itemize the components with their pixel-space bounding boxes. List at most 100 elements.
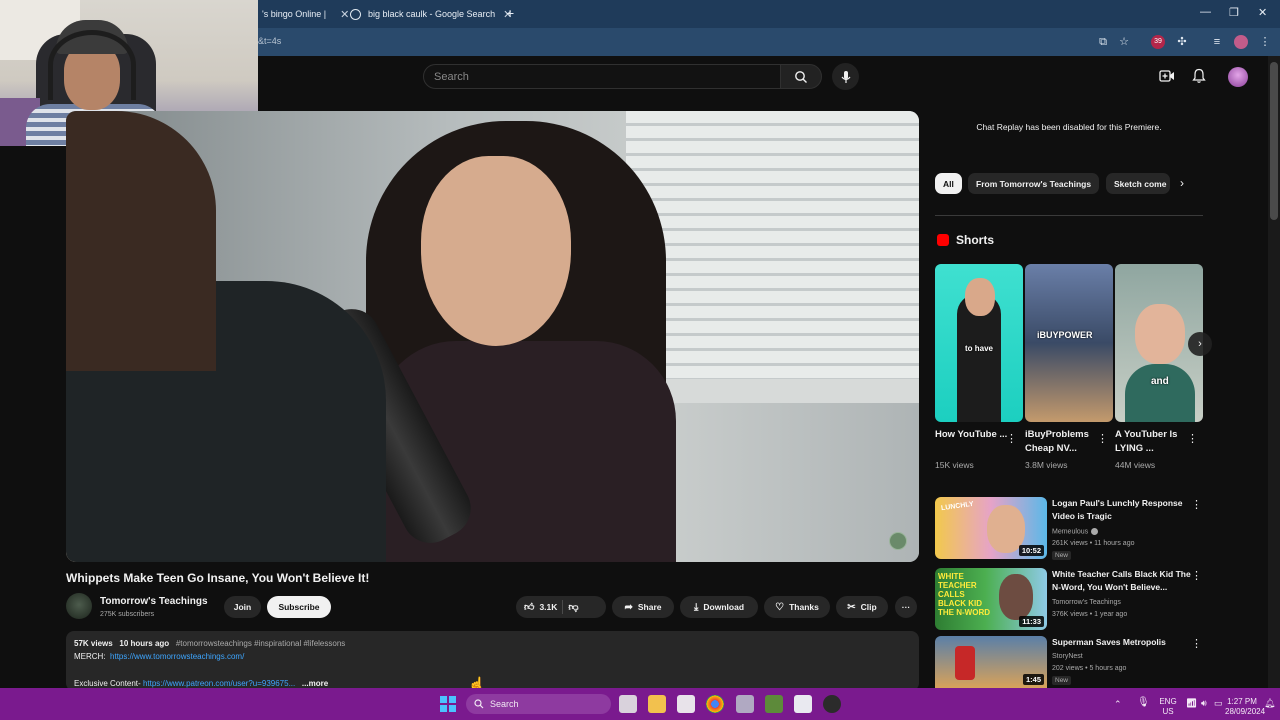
notification-center-icon[interactable]: 🔔︎ <box>1264 698 1275 708</box>
minecraft-icon[interactable] <box>765 695 783 713</box>
share-button[interactable]: ➦ Share <box>612 596 674 618</box>
recommendation-menu-icon[interactable]: ⋮ <box>1191 637 1202 650</box>
battery-icon[interactable]: ▭ <box>1214 698 1223 708</box>
windows-start-icon[interactable] <box>440 696 456 712</box>
like-dislike-group: 👍︎ 3.1K 👎︎ <box>516 596 606 618</box>
minimize-icon[interactable]: — <box>1200 6 1211 18</box>
short-menu-icon[interactable]: ⋮ <box>1187 432 1198 445</box>
like-count[interactable]: 3.1K <box>539 602 557 612</box>
upload-age: 10 hours ago <box>119 639 170 648</box>
recommendation-channel[interactable]: StoryNest <box>1052 653 1083 660</box>
subscribe-button[interactable]: Subscribe <box>267 596 331 618</box>
recommendation-title[interactable]: White Teacher Calls Black Kid The N-Word… <box>1052 568 1192 594</box>
new-badge: New <box>1052 551 1072 560</box>
close-window-icon[interactable]: ✕ <box>1258 6 1267 19</box>
verified-badge-icon <box>1091 528 1099 535</box>
obs-recording-icon[interactable] <box>823 695 841 713</box>
thumbnail-face <box>999 574 1033 620</box>
channel-watermark-icon[interactable] <box>889 532 907 550</box>
short-title[interactable]: iBuyProblems Cheap NV... <box>1025 428 1101 456</box>
chip-sketch-comedy[interactable]: Sketch come <box>1106 173 1170 194</box>
recommendation-channel[interactable]: Tomorrow's Teachings <box>1052 599 1121 606</box>
patreon-link[interactable]: https://www.patreon.com/user?u=939675... <box>143 679 295 688</box>
recommendation-title[interactable]: Logan Paul's Lunchly Response Video is T… <box>1052 497 1192 523</box>
roblox-icon[interactable] <box>794 695 812 713</box>
description-box[interactable]: 57K views 10 hours ago #tomorrowsteachin… <box>66 631 919 691</box>
browser-tab-google-search[interactable]: big black caulk - Google Search ✕ <box>344 3 518 25</box>
short-title[interactable]: How YouTube ... <box>935 428 1011 442</box>
open-in-app-icon[interactable]: ⧉ <box>1096 35 1110 49</box>
tray-overflow-icon[interactable]: ⌃ <box>1114 699 1122 709</box>
search-input[interactable] <box>424 65 764 88</box>
recommendation-channel[interactable]: Memeulous <box>1052 528 1099 535</box>
recommendation-thumbnail[interactable]: 1:45 <box>935 636 1047 688</box>
join-button[interactable]: Join <box>224 596 261 618</box>
search-button[interactable] <box>780 64 822 89</box>
recommendation-thumbnail[interactable]: WHITE TEACHER CALLS BLACK KID THE N-WORD… <box>935 568 1047 630</box>
screen: 's bingo Online | ✕ big black caulk - Go… <box>0 0 1280 720</box>
more-actions-button[interactable]: ··· <box>895 596 917 618</box>
short-menu-icon[interactable]: ⋮ <box>1097 432 1108 445</box>
microphone-icon[interactable]: 🎙︎ <box>1137 698 1150 708</box>
notifications-button[interactable] <box>1191 68 1207 84</box>
bookmark-star-icon[interactable]: ☆ <box>1117 35 1131 49</box>
short-caption: iBUYPOWER <box>1037 330 1093 340</box>
channel-name[interactable]: Tomorrow's Teachings <box>100 596 208 607</box>
media-control-icon[interactable]: ≡ <box>1210 35 1224 49</box>
microphone-icon <box>841 70 850 83</box>
bell-icon <box>1192 68 1206 83</box>
hashtags[interactable]: #tomorrowsteachings #inspirational #life… <box>176 639 345 648</box>
thumbs-up-icon[interactable]: 👍︎ <box>524 601 534 613</box>
restore-icon[interactable]: ❐ <box>1229 6 1239 19</box>
task-view-icon[interactable] <box>619 695 637 713</box>
voice-search-button[interactable] <box>832 63 859 90</box>
clock[interactable]: 1:27 PM 28/09/2024 <box>1225 697 1265 717</box>
file-explorer-icon[interactable] <box>648 695 666 713</box>
thumbs-down-icon[interactable]: 👎︎ <box>568 601 578 613</box>
new-tab-icon[interactable]: + <box>506 5 514 21</box>
tab-title: big black caulk - Google Search <box>368 9 496 19</box>
chip-from-channel[interactable]: From Tomorrow's Teachings <box>968 173 1100 194</box>
create-video-button[interactable] <box>1159 68 1175 84</box>
browser-tab-bingo[interactable]: 's bingo Online | ✕ <box>256 3 355 25</box>
short-title[interactable]: A YouTuber Is LYING ... <box>1115 428 1191 456</box>
short-menu-icon[interactable]: ⋮ <box>1006 432 1017 445</box>
recommendation-menu-icon[interactable]: ⋮ <box>1191 569 1202 582</box>
chat-replay-notice: Chat Replay has been disabled for this P… <box>976 122 1162 132</box>
channel-avatar[interactable] <box>66 593 92 619</box>
microsoft-store-icon[interactable] <box>677 695 695 713</box>
browser-profile-avatar[interactable] <box>1234 35 1248 49</box>
description-more-button[interactable]: ...more <box>302 679 328 688</box>
search-box <box>423 64 781 89</box>
video-player[interactable] <box>66 111 919 562</box>
account-avatar[interactable] <box>1228 67 1248 87</box>
app-box-icon[interactable] <box>736 695 754 713</box>
wifi-icon[interactable]: 📶︎ <box>1186 698 1197 708</box>
extensions-puzzle-icon[interactable]: ✣ <box>1175 35 1189 49</box>
thanks-button[interactable]: ♡ Thanks <box>764 596 830 618</box>
shorts-next-icon[interactable]: › <box>1188 332 1212 356</box>
short-thumbnail[interactable]: iBUYPOWER <box>1025 264 1113 422</box>
thumbnail-figure <box>955 646 975 680</box>
keyboard-layout: US <box>1162 707 1174 716</box>
search-icon <box>474 699 484 709</box>
scrollbar-thumb[interactable] <box>1270 62 1278 220</box>
short-thumbnail[interactable]: to have <box>935 264 1023 422</box>
merch-link[interactable]: https://www.tomorrowsteachings.com/ <box>110 652 244 661</box>
language-indicator[interactable]: ENG US <box>1156 697 1180 717</box>
browser-menu-icon[interactable]: ⋮ <box>1258 35 1272 49</box>
url-text[interactable]: &t=4s <box>258 36 281 46</box>
chrome-icon[interactable] <box>706 695 724 713</box>
exclusive-label: Exclusive Content- <box>74 679 141 688</box>
taskbar-search[interactable]: Search <box>466 694 611 714</box>
chips-next-icon[interactable]: › <box>1180 176 1184 190</box>
extension-badge-icon[interactable]: 39 <box>1151 35 1165 49</box>
thanks-label: Thanks <box>789 602 819 612</box>
clip-button[interactable]: ✂ Clip <box>836 596 888 618</box>
recommendation-menu-icon[interactable]: ⋮ <box>1191 498 1202 511</box>
download-button[interactable]: ⤓ Download <box>680 596 758 618</box>
chip-all[interactable]: All <box>935 173 962 194</box>
volume-icon[interactable]: 🔊︎ <box>1201 698 1207 708</box>
recommendation-title[interactable]: Superman Saves Metropolis <box>1052 636 1192 649</box>
recommendation-thumbnail[interactable]: LUNCHLY 10:52 <box>935 497 1047 559</box>
